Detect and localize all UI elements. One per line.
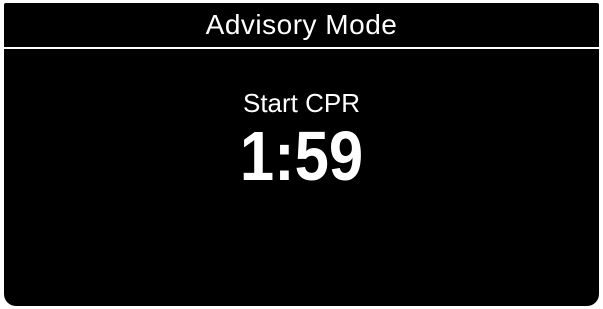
cpr-prompt: Start CPR xyxy=(242,88,361,118)
mode-title: Advisory Mode xyxy=(205,9,398,40)
header-divider xyxy=(4,47,599,49)
countdown-timer: 1:59 xyxy=(239,117,364,195)
header-bar: Advisory Mode xyxy=(4,3,599,47)
device-screen: Advisory Mode Start CPR 1:59 xyxy=(4,3,599,306)
